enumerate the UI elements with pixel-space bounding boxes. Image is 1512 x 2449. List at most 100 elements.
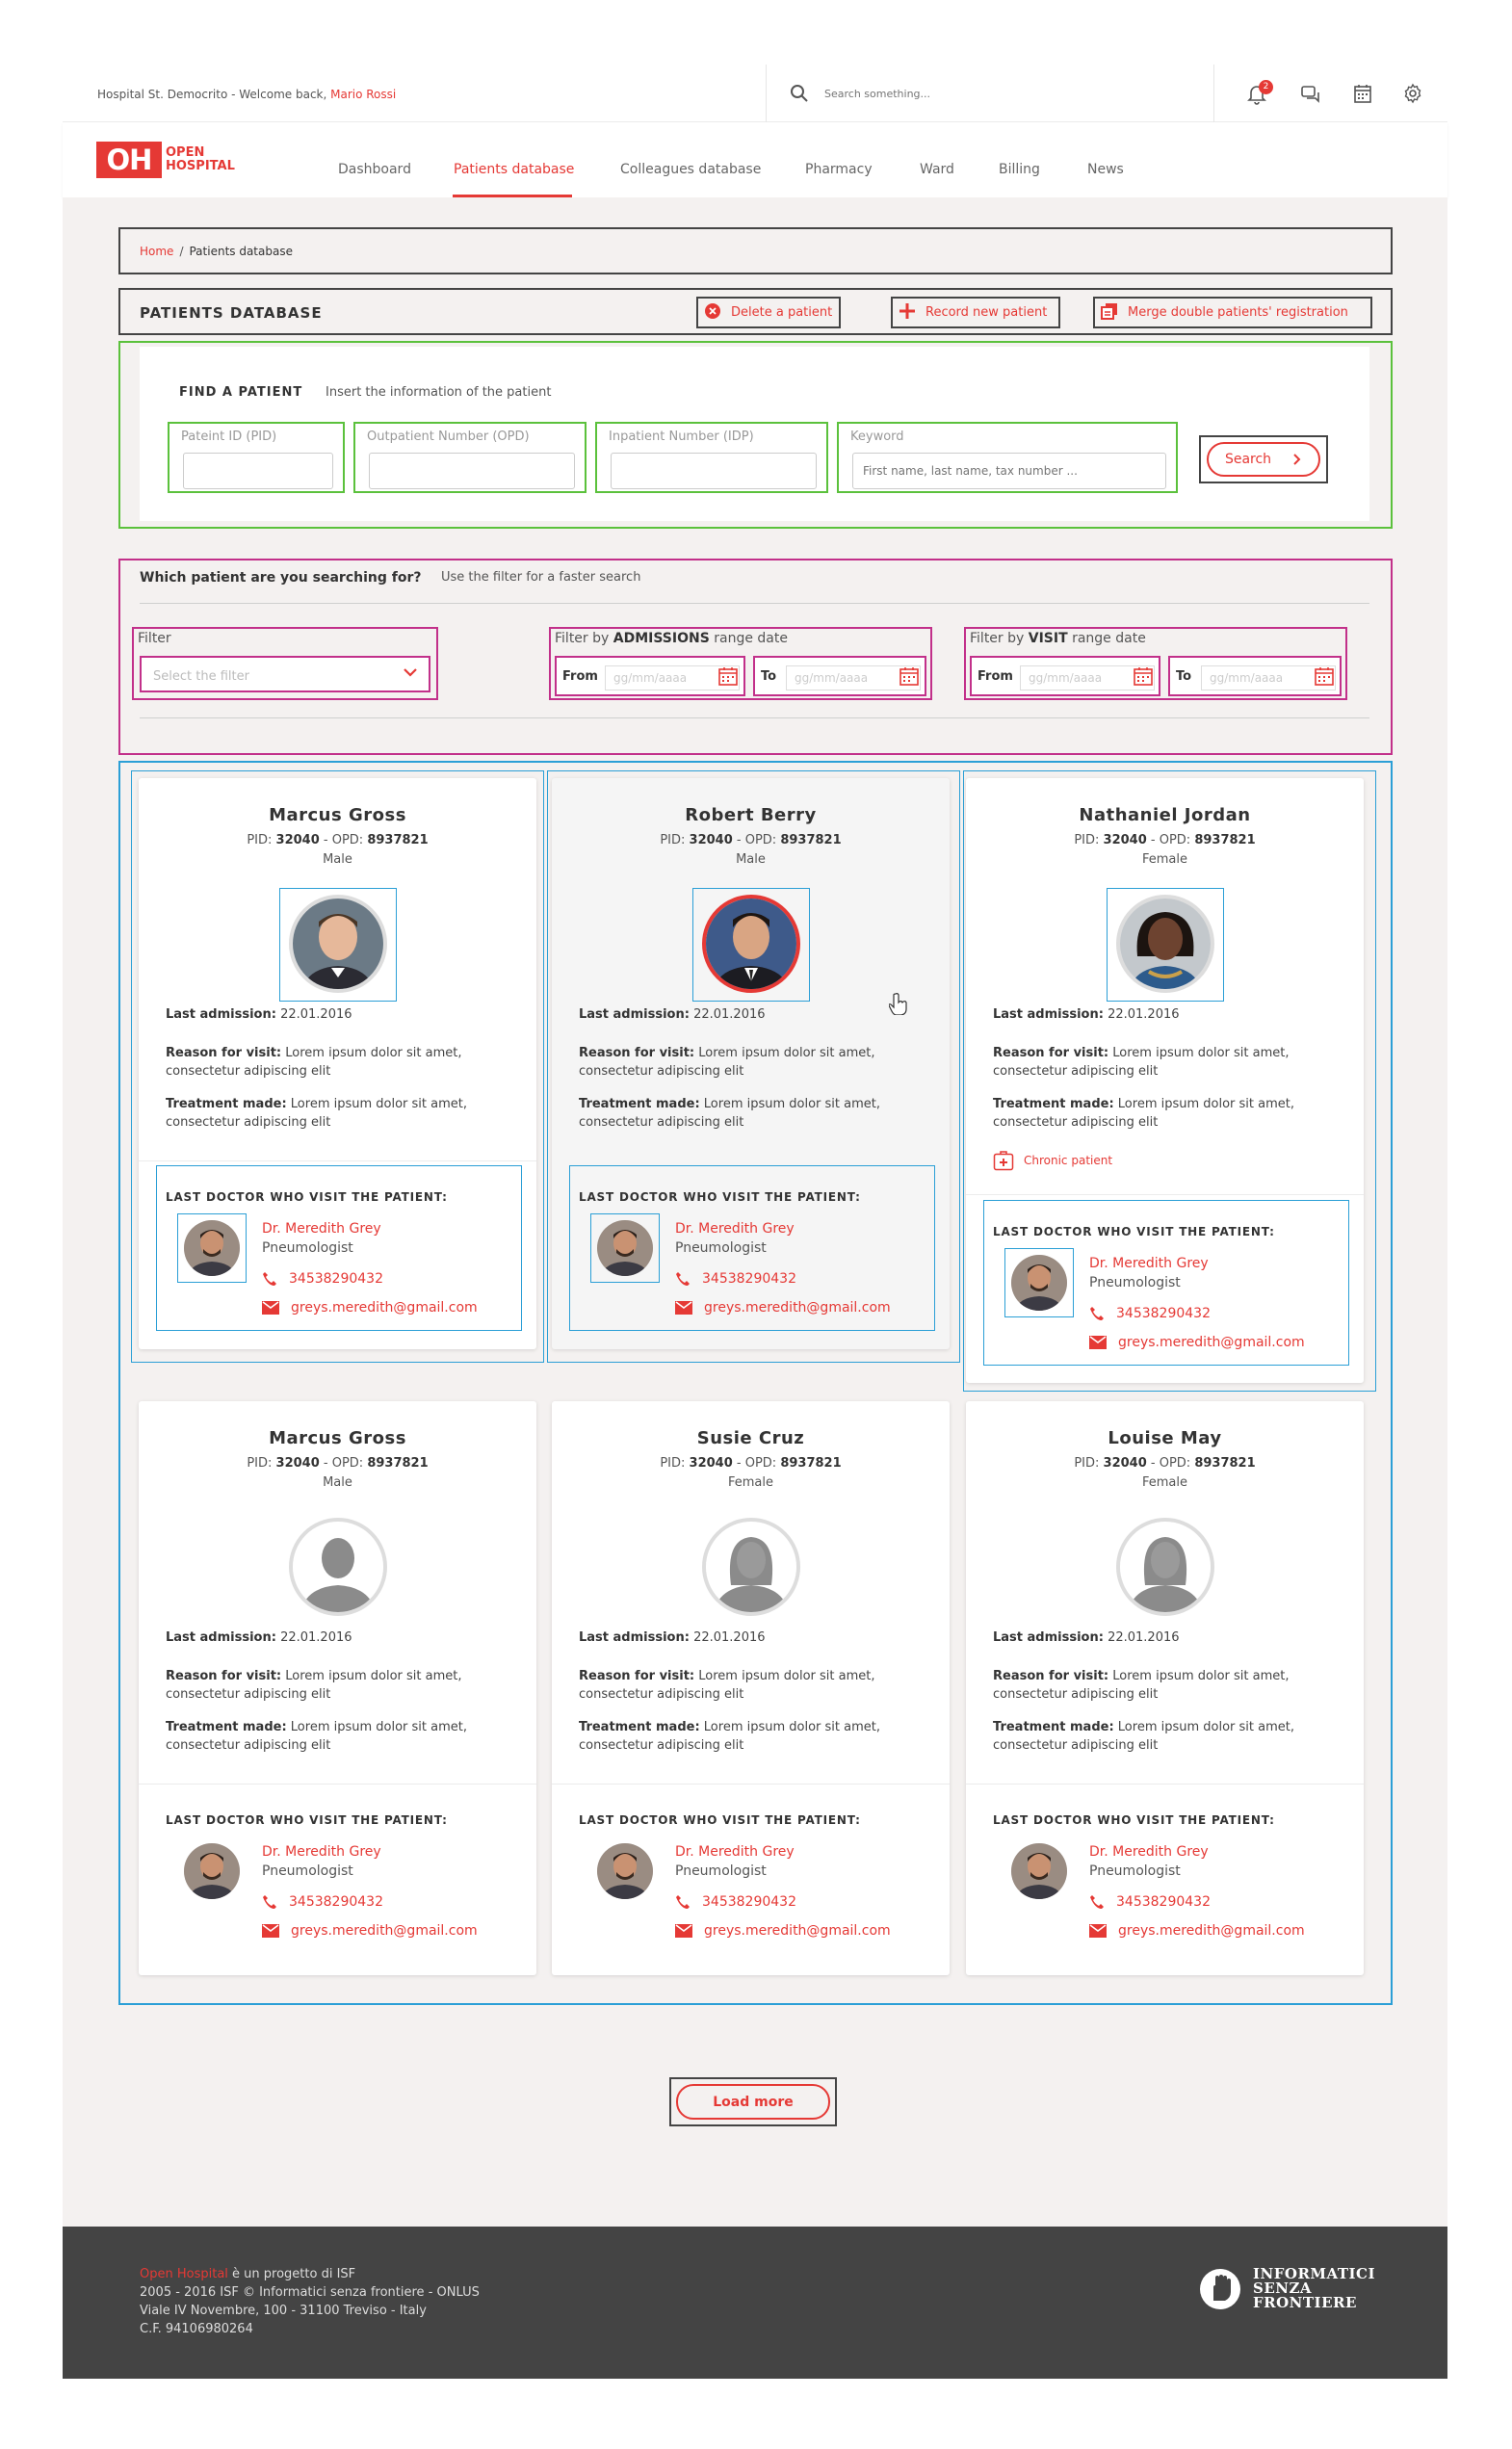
nav-news[interactable]: News [1087, 162, 1124, 177]
record-patient-button[interactable]: Record new patient [891, 297, 1060, 328]
hand-logo-icon [1200, 2268, 1240, 2309]
default-female-avatar [1116, 1518, 1214, 1616]
chronic-badge: Chronic patient [993, 1150, 1112, 1171]
find-title: FIND A PATIENT [179, 385, 303, 400]
load-more-button[interactable]: Load more [669, 2077, 837, 2126]
welcome-text: Welcome back, [239, 88, 331, 101]
visit-from-field: From gg/mm/aaaa [970, 656, 1160, 696]
nav-ward[interactable]: Ward [920, 162, 954, 177]
merge-patients-button[interactable]: Merge double patients' registration [1093, 297, 1372, 328]
last-doctor-heading: LAST DOCTOR WHO VISIT THE PATIENT: [993, 1225, 1275, 1238]
patient-card[interactable]: Marcus Gross PID: 32040 - OPD: 8937821 M… [139, 1401, 536, 1975]
email-icon [675, 1301, 692, 1315]
visit-range-group: Filter by VISIT range date From gg/mm/aa… [964, 627, 1347, 700]
nav-dashboard[interactable]: Dashboard [338, 162, 411, 177]
doctor-phone[interactable]: 34538290432 [1089, 1894, 1211, 1910]
idp-field: Inpatient Number (IDP) [595, 422, 828, 493]
reason-for-visit: Reason for visit: Lorem ipsum dolor sit … [579, 1046, 875, 1079]
patient-name: Nathaniel Jordan [1079, 805, 1251, 825]
doctor-name[interactable]: Dr. Meredith Grey [262, 1844, 381, 1860]
patient-card[interactable]: Marcus Gross PID: 32040 - OPD: 8937821 M… [139, 778, 536, 1349]
settings-button[interactable] [1401, 82, 1426, 107]
search-button[interactable]: Search [1199, 435, 1328, 483]
patient-card[interactable]: Nathaniel Jordan PID: 32040 - OPD: 89378… [966, 778, 1364, 1383]
calendar-button[interactable] [1351, 82, 1376, 107]
doctor-email[interactable]: greys.meredith@gmail.com [1089, 1335, 1305, 1350]
patient-name: Louise May [1108, 1428, 1222, 1448]
reason-for-visit: Reason for visit: Lorem ipsum dolor sit … [166, 1669, 462, 1702]
user-name[interactable]: Mario Rossi [330, 88, 396, 101]
search-icon[interactable] [790, 84, 809, 103]
visit-range-label: Filter by VISIT range date [970, 631, 1146, 646]
chevron-down-icon [404, 668, 417, 677]
doctor-name[interactable]: Dr. Meredith Grey [1089, 1256, 1209, 1271]
doctor-phone[interactable]: 34538290432 [675, 1271, 796, 1287]
filter-select[interactable]: Select the filter [140, 656, 430, 692]
patient-ids: PID: 32040 - OPD: 8937821 [1074, 1456, 1256, 1471]
open-hospital-logo[interactable]: OH OPEN HOSPITAL [96, 142, 235, 178]
delete-patient-button[interactable]: Delete a patient [696, 297, 841, 328]
patient-gender: Male [323, 1475, 352, 1490]
medical-kit-icon [993, 1151, 1014, 1171]
doctor-email[interactable]: greys.meredith@gmail.com [1089, 1923, 1305, 1939]
doctor-phone[interactable]: 34538290432 [262, 1894, 383, 1910]
notifications-bell[interactable]: 2 [1245, 80, 1273, 107]
global-search [766, 65, 1214, 122]
last-admission: Last admission: 22.01.2016 [579, 1007, 766, 1022]
hospital-name: Hospital St. Democrito - [97, 88, 240, 101]
nav-billing[interactable]: Billing [999, 162, 1040, 177]
breadcrumb-home[interactable]: Home [140, 245, 173, 258]
doctor-name[interactable]: Dr. Meredith Grey [262, 1221, 381, 1237]
pid-input[interactable] [183, 453, 333, 489]
opd-input[interactable] [369, 453, 575, 489]
last-admission: Last admission: 22.01.2016 [993, 1007, 1180, 1022]
filter-hint: Use the filter for a faster search [441, 570, 641, 585]
divider [140, 603, 1369, 604]
footer-brand[interactable]: Open Hospital [140, 2267, 228, 2281]
last-doctor-heading: LAST DOCTOR WHO VISIT THE PATIENT: [166, 1190, 448, 1204]
doctor-avatar [184, 1843, 240, 1899]
calendar-icon[interactable] [1313, 664, 1336, 688]
patient-card[interactable]: Louise May PID: 32040 - OPD: 8937821 Fem… [966, 1401, 1364, 1975]
doctor-specialty: Pneumologist [675, 1240, 767, 1256]
doctor-email[interactable]: greys.meredith@gmail.com [675, 1923, 891, 1939]
hand-cursor-icon [889, 993, 907, 1015]
logo-mark: OH [96, 142, 162, 178]
calendar-icon[interactable] [1132, 664, 1155, 688]
patient-name: Marcus Gross [269, 805, 406, 825]
last-admission: Last admission: 22.01.2016 [166, 1007, 352, 1022]
doctor-email[interactable]: greys.meredith@gmail.com [262, 1923, 478, 1939]
doctor-phone[interactable]: 34538290432 [675, 1894, 796, 1910]
nav-colleagues-database[interactable]: Colleagues database [620, 162, 761, 177]
admissions-to-field: To gg/mm/aaaa [753, 656, 926, 696]
isf-logo[interactable]: INFORMATICI SENZA FRONTIERE [1199, 2267, 1375, 2310]
doctor-name[interactable]: Dr. Meredith Grey [1089, 1844, 1209, 1860]
nav-pharmacy[interactable]: Pharmacy [805, 162, 873, 177]
nav-patients-database[interactable]: Patients database [454, 162, 574, 177]
find-patient-card: FIND A PATIENT Insert the information of… [140, 347, 1369, 521]
gear-icon [1404, 83, 1421, 104]
last-doctor-heading: LAST DOCTOR WHO VISIT THE PATIENT: [579, 1813, 861, 1827]
doctor-email[interactable]: greys.meredith@gmail.com [262, 1300, 478, 1316]
messages-button[interactable] [1299, 82, 1324, 107]
doctor-name[interactable]: Dr. Meredith Grey [675, 1844, 795, 1860]
merge-icon [1101, 302, 1118, 324]
isf-wordmark: INFORMATICI SENZA FRONTIERE [1253, 2265, 1375, 2311]
doctor-email[interactable]: greys.meredith@gmail.com [675, 1300, 891, 1316]
idp-input[interactable] [611, 453, 817, 489]
divider [140, 717, 1369, 718]
doctor-specialty: Pneumologist [1089, 1275, 1181, 1290]
reason-for-visit: Reason for visit: Lorem ipsum dolor sit … [579, 1669, 875, 1702]
doctor-phone[interactable]: 34538290432 [1089, 1306, 1211, 1321]
calendar-icon[interactable] [898, 664, 921, 688]
global-search-input[interactable] [824, 81, 1190, 106]
find-patient-panel: FIND A PATIENT Insert the information of… [118, 341, 1393, 529]
calendar-icon[interactable] [717, 664, 740, 688]
doctor-phone[interactable]: 34538290432 [262, 1271, 383, 1287]
keyword-input[interactable] [852, 453, 1166, 489]
patient-card[interactable]: Robert Berry PID: 32040 - OPD: 8937821 M… [552, 778, 950, 1349]
doctor-name[interactable]: Dr. Meredith Grey [675, 1221, 795, 1237]
patient-avatar [702, 895, 800, 993]
treatment-made: Treatment made: Lorem ipsum dolor sit am… [579, 1720, 881, 1753]
patient-card[interactable]: Susie Cruz PID: 32040 - OPD: 8937821 Fem… [552, 1401, 950, 1975]
